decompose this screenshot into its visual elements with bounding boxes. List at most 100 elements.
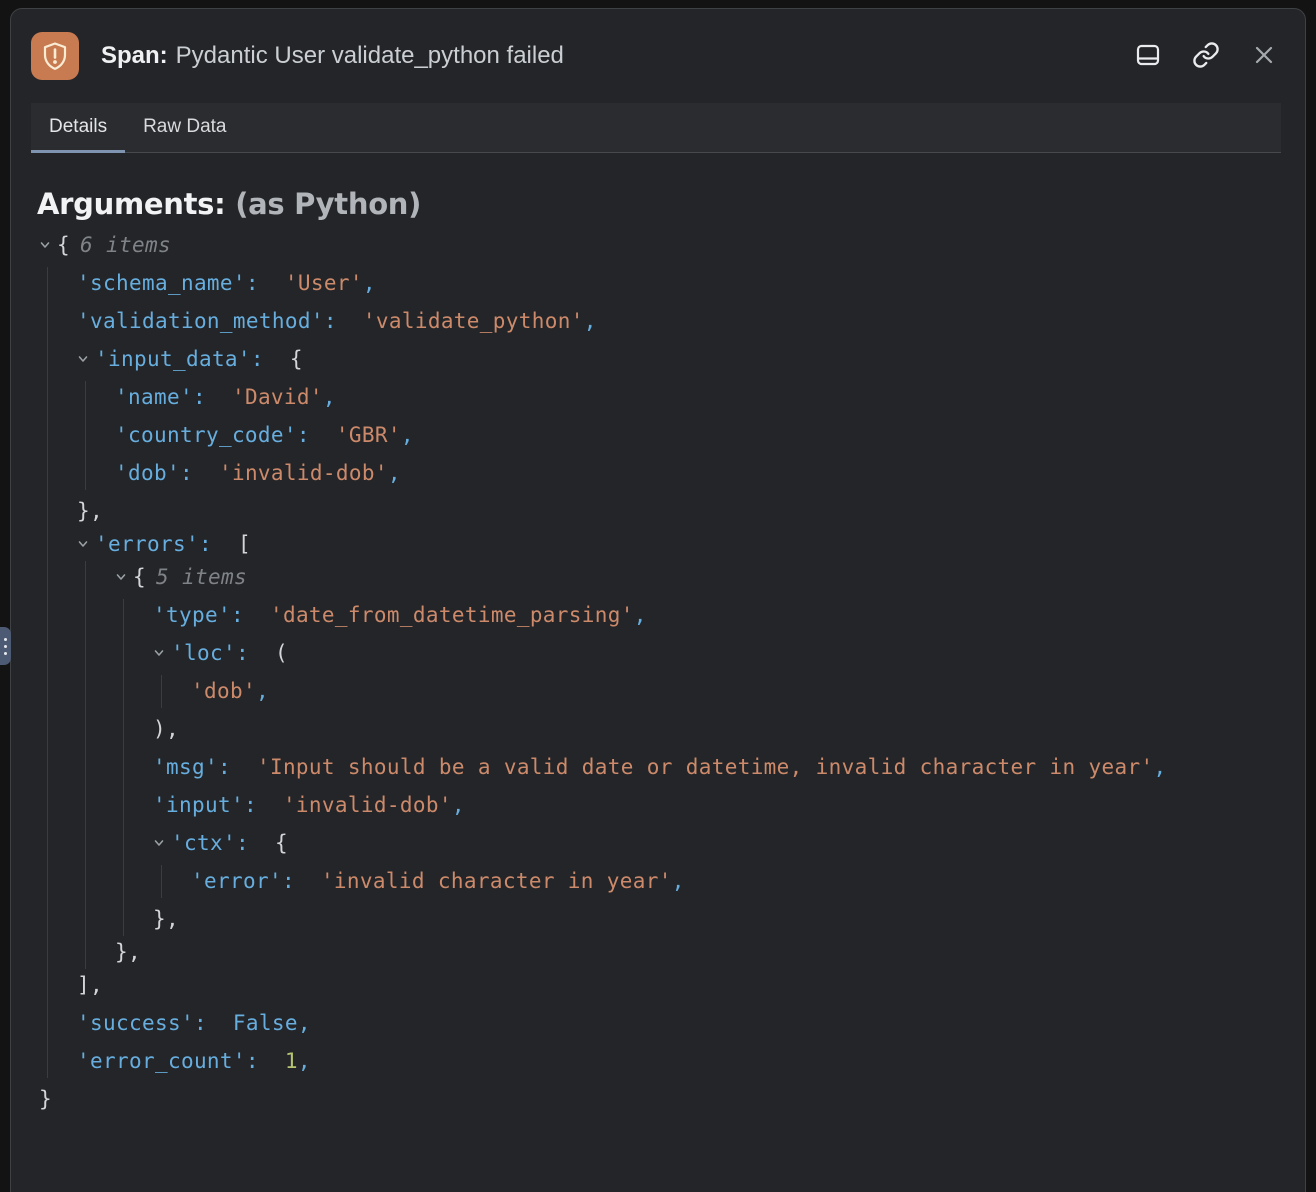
tab-details[interactable]: Details	[31, 103, 125, 153]
header-actions	[1131, 39, 1281, 73]
tree-row: ],	[77, 969, 1279, 1002]
span-title-text: Pydantic User validate_python failed	[176, 42, 564, 69]
json-punct: ],	[77, 973, 103, 997]
tree-children: 'type': 'date_from_datetime_parsing', 'lo…	[123, 599, 1279, 936]
json-string: 'User'	[285, 271, 363, 295]
json-key: ,	[323, 385, 336, 409]
json-string: 'David'	[232, 385, 323, 409]
grip-dot	[4, 652, 7, 655]
link-icon	[1192, 41, 1220, 72]
tree-row: ),	[153, 713, 1279, 746]
tree-row: },	[77, 495, 1279, 528]
close-icon	[1251, 42, 1277, 71]
tree-row: {6 items	[39, 229, 1279, 262]
tree-row: 'error_count': 1,	[77, 1045, 1279, 1078]
grip-dot	[4, 645, 7, 648]
details-content: Arguments: (as Python) {6 items 'schema_n…	[11, 187, 1305, 1116]
tree-row: 'ctx': {	[153, 827, 1279, 860]
tree-row: 'dob',	[191, 675, 1279, 708]
tab-raw-data[interactable]: Raw Data	[125, 103, 244, 153]
collapse-chevron-icon[interactable]	[77, 528, 95, 561]
tree-row: 'success': False,	[77, 1007, 1279, 1040]
tree-row: 'input': 'invalid-dob',	[153, 789, 1279, 822]
json-key: ,	[584, 309, 597, 333]
span-detail-panel: Span: Pydantic User validate_python faile…	[10, 8, 1306, 1192]
item-count: 5 items	[156, 565, 247, 589]
json-key: ,	[672, 869, 685, 893]
json-key: ,	[298, 1049, 311, 1073]
json-punct: {	[290, 347, 303, 371]
json-string: 'invalid character in year'	[321, 869, 672, 893]
json-key: ,	[452, 793, 465, 817]
collapse-chevron-icon[interactable]	[77, 343, 95, 376]
json-punct: ),	[153, 717, 179, 741]
json-key: 'type':	[153, 603, 270, 627]
json-punct: {	[57, 233, 70, 257]
tree-children: 'name': 'David','country_code': 'GBR','d…	[85, 381, 1279, 490]
tab-details-label: Details	[49, 116, 107, 138]
dock-panel-button[interactable]	[1131, 39, 1165, 73]
json-key: 'country_code':	[115, 423, 336, 447]
grip-dot	[4, 638, 7, 641]
tree-children: 'schema_name': 'User','validation_method…	[47, 267, 1279, 1078]
tab-bar: Details Raw Data	[31, 103, 1281, 153]
arguments-heading-suffix: (as Python)	[235, 187, 421, 221]
tree-row: 'loc': (	[153, 637, 1279, 670]
tree-row: 'input_data': {	[77, 343, 1279, 376]
tree-row: }	[39, 1083, 1279, 1116]
json-key: 'ctx':	[171, 831, 275, 855]
json-key: 'dob':	[115, 461, 219, 485]
arguments-heading-main: Arguments:	[37, 187, 225, 221]
json-key: 'schema_name':	[77, 271, 285, 295]
tree-row: 'errors': [	[77, 528, 1279, 561]
tree-children: 'error': 'invalid character in year',	[161, 865, 1279, 898]
json-key: ,	[256, 679, 269, 703]
json-key: ,	[401, 423, 414, 447]
json-punct: },	[115, 940, 141, 964]
json-key: 'errors':	[95, 532, 238, 556]
json-key: 'input':	[153, 793, 283, 817]
arguments-heading: Arguments: (as Python)	[37, 187, 1279, 221]
json-key: 'input_data':	[95, 347, 290, 371]
tree-row: },	[115, 936, 1279, 969]
panel-drag-handle[interactable]	[0, 627, 11, 665]
copy-link-button[interactable]	[1189, 39, 1223, 73]
json-key: 'name':	[115, 385, 232, 409]
json-key: 'error':	[191, 869, 321, 893]
collapse-chevron-icon[interactable]	[39, 229, 57, 262]
dock-panel-icon	[1134, 41, 1162, 72]
json-key: ,	[363, 271, 376, 295]
json-string: 'invalid-dob'	[219, 461, 388, 485]
json-key: ,	[298, 1011, 311, 1035]
tree-row: 'name': 'David',	[115, 381, 1279, 414]
tree-row: 'type': 'date_from_datetime_parsing',	[153, 599, 1279, 632]
tab-raw-data-label: Raw Data	[143, 116, 226, 138]
json-string: 'validate_python'	[363, 309, 584, 333]
span-kind-label: Span:	[101, 42, 168, 69]
json-string: 'dob'	[191, 679, 256, 703]
json-punct: {	[275, 831, 288, 855]
json-key: 'success':	[77, 1011, 233, 1035]
close-button[interactable]	[1247, 39, 1281, 73]
tree-row: 'country_code': 'GBR',	[115, 419, 1279, 452]
collapse-chevron-icon[interactable]	[153, 637, 171, 670]
json-key: 'validation_method':	[77, 309, 363, 333]
panel-title: Span: Pydantic User validate_python faile…	[101, 42, 1109, 70]
json-key: 'error_count':	[77, 1049, 285, 1073]
json-key: ,	[388, 461, 401, 485]
tree-row: 'error': 'invalid character in year',	[191, 865, 1279, 898]
json-punct: [	[238, 532, 251, 556]
item-count: 6 items	[80, 233, 171, 257]
json-string: 'date_from_datetime_parsing'	[270, 603, 634, 627]
collapse-chevron-icon[interactable]	[115, 561, 133, 594]
screen-background: Span: Pydantic User validate_python faile…	[0, 0, 1316, 1192]
collapse-chevron-icon[interactable]	[153, 827, 171, 860]
tree-row: {5 items	[115, 561, 1279, 594]
json-string: 'invalid-dob'	[283, 793, 452, 817]
json-string: 'GBR'	[336, 423, 401, 447]
tree-children: {5 items 'type': 'date_from_datetime_pars…	[85, 561, 1279, 969]
json-punct: },	[77, 499, 103, 523]
tree-row: 'schema_name': 'User',	[77, 267, 1279, 300]
json-punct: },	[153, 907, 179, 931]
json-punct: }	[39, 1087, 52, 1111]
